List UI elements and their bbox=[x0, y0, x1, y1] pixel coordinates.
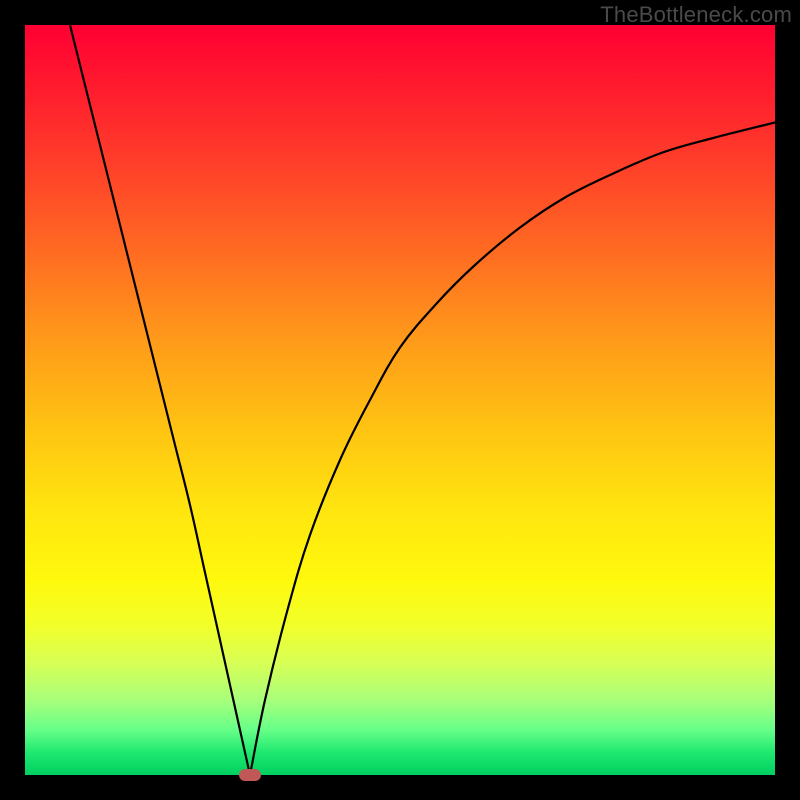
chart-frame bbox=[25, 25, 775, 775]
curve-path bbox=[70, 25, 775, 775]
minimum-marker bbox=[239, 769, 261, 781]
bottleneck-curve bbox=[25, 25, 775, 775]
